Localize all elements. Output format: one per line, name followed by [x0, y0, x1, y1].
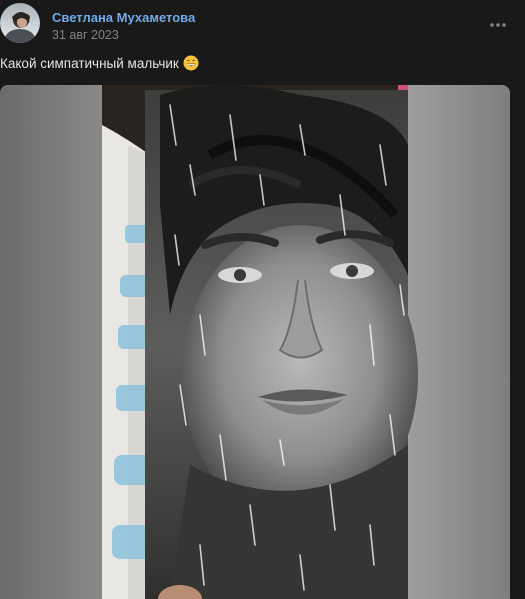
more-options-button[interactable]	[480, 14, 516, 36]
post-text-content: Какой симпатичный мальчик	[0, 55, 179, 71]
photo-image	[0, 85, 510, 599]
post-date[interactable]: 31 авг 2023	[52, 28, 119, 42]
post-card: Светлана Мухаметова 31 авг 2023 Какой си…	[0, 0, 525, 599]
more-dots-icon	[490, 23, 506, 27]
post-photo[interactable]	[0, 85, 510, 599]
author-name[interactable]: Светлана Мухаметова	[52, 10, 195, 25]
grinning-face-emoji-icon	[183, 55, 199, 71]
post-text: Какой симпатичный мальчик	[0, 55, 199, 71]
author-avatar[interactable]	[0, 3, 40, 43]
avatar-image	[0, 3, 40, 43]
